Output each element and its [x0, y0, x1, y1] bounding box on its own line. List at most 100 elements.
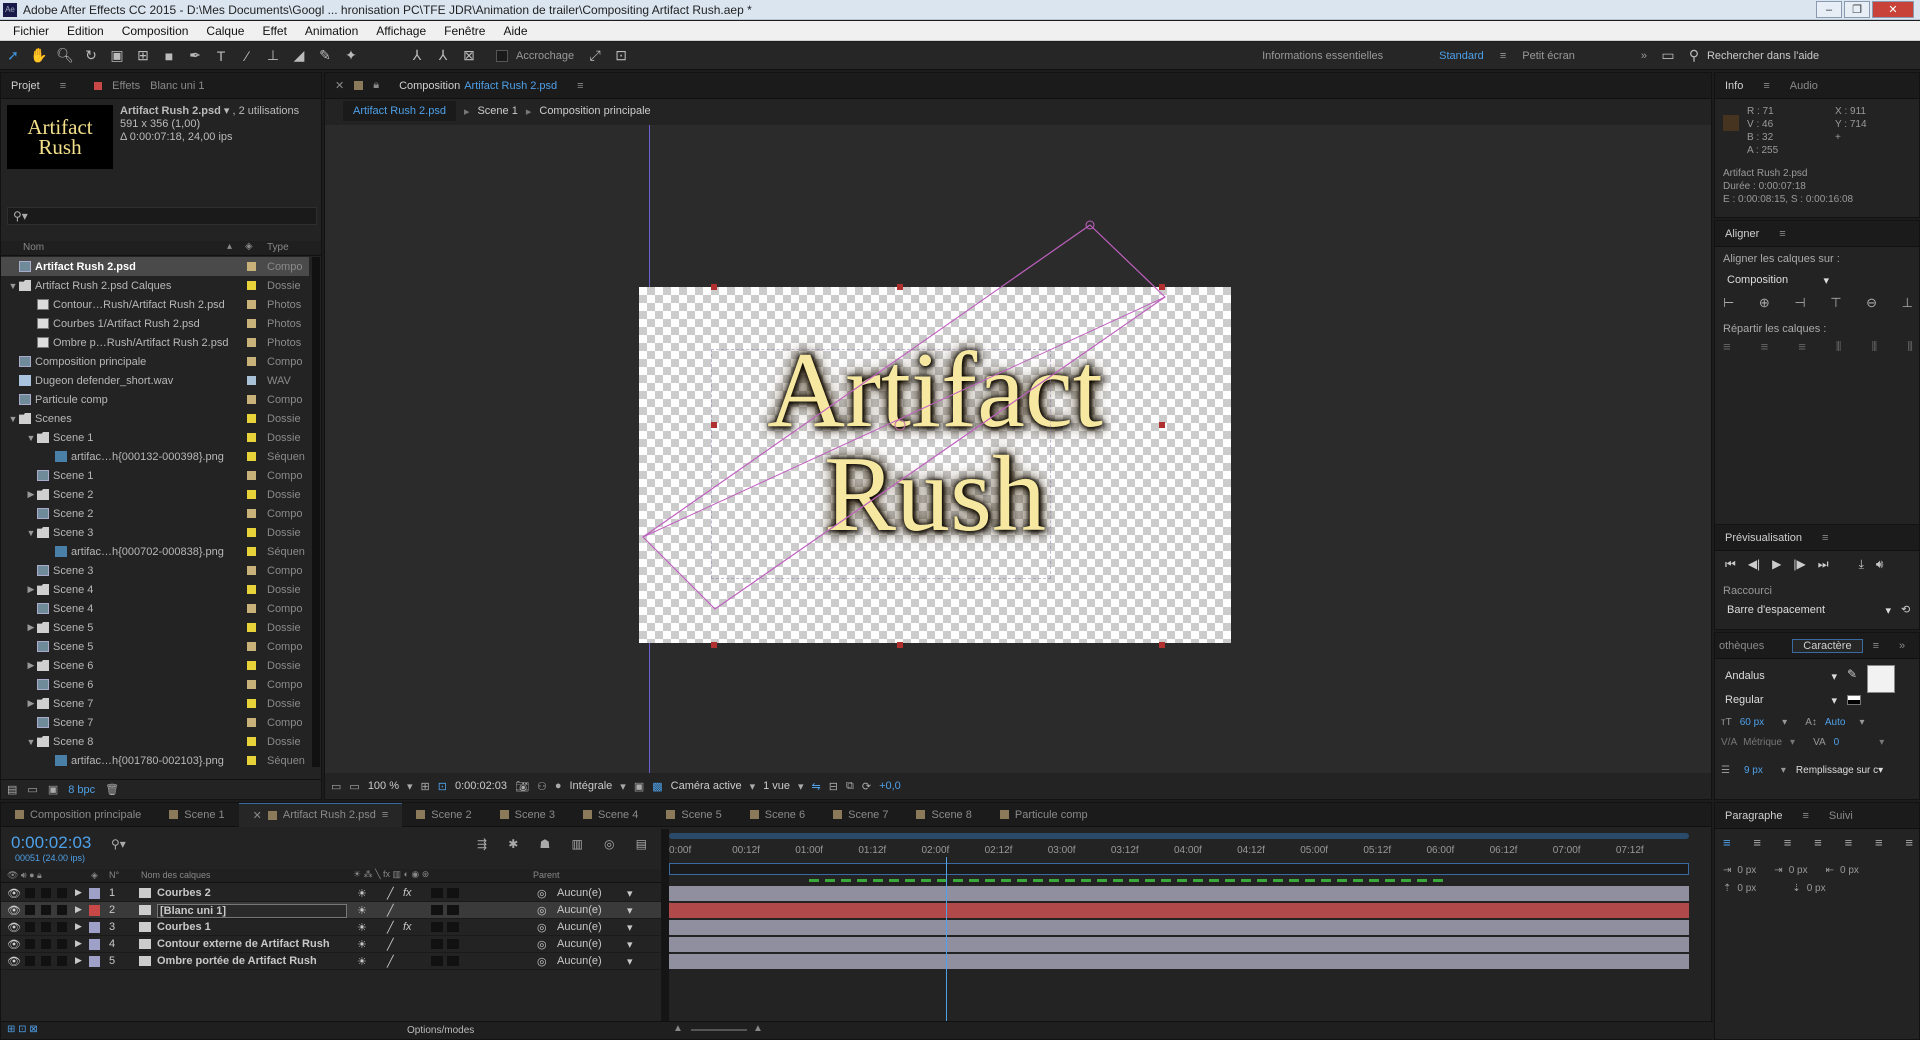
- fx-switch-icon[interactable]: fx: [403, 921, 412, 933]
- column-type[interactable]: Type: [267, 242, 289, 253]
- shy-switch-icon[interactable]: ☀: [357, 904, 367, 917]
- project-item-row[interactable]: Ombre p…Rush/Artifact Rush 2.psd Photos: [1, 333, 309, 352]
- tab-aligner[interactable]: Aligner: [1715, 228, 1769, 240]
- label-color-swatch[interactable]: [247, 338, 256, 347]
- justify-last-left-icon[interactable]: ≡: [1814, 835, 1822, 850]
- disclosure-triangle-icon[interactable]: ▼: [25, 737, 37, 747]
- label-color-swatch[interactable]: [247, 490, 256, 499]
- layer-label-swatch[interactable]: [89, 888, 100, 899]
- interpret-footage-icon[interactable]: ▤: [7, 783, 17, 796]
- label-color-swatch[interactable]: [247, 509, 256, 518]
- time-navigator[interactable]: [669, 863, 1689, 875]
- distribute-top-icon[interactable]: ≡: [1723, 339, 1731, 355]
- reset-shortcut-icon[interactable]: ⟲: [1901, 603, 1910, 616]
- font-size-value[interactable]: 60 px: [1740, 717, 1764, 728]
- disclosure-triangle-icon[interactable]: ▶: [25, 622, 37, 633]
- layer-row[interactable]: 👁︎ ▶ 5 Ombre portée de Artifact Rush ☀ ╱ ◎ Aucu…: [1, 953, 671, 970]
- distribute-bottom-icon[interactable]: ≡: [1798, 339, 1806, 355]
- bbox-handle[interactable]: [711, 422, 717, 428]
- bbox-handle[interactable]: [711, 284, 717, 290]
- layer-name[interactable]: Contour externe de Artifact Rush: [157, 938, 330, 950]
- disclosure-triangle-icon[interactable]: ▼: [7, 281, 19, 291]
- eyedropper-icon[interactable]: ✎: [1847, 667, 1857, 681]
- project-item-row[interactable]: Contour…Rush/Artifact Rush 2.psd Photos: [1, 295, 309, 314]
- timeline-tab[interactable]: Scene 1: [155, 803, 238, 827]
- distribute-hcenter-icon[interactable]: ⦀: [1872, 339, 1878, 355]
- bbox-handle[interactable]: [711, 642, 717, 648]
- bbox-handle[interactable]: [1159, 284, 1165, 290]
- camera-select[interactable]: Caméra active: [671, 780, 742, 792]
- label-color-swatch[interactable]: [247, 395, 256, 404]
- align-to-select[interactable]: Composition ▾: [1723, 271, 1833, 289]
- world-axis-icon[interactable]: ⅄: [430, 45, 456, 67]
- parent-dropdown-icon[interactable]: ▾: [627, 904, 633, 917]
- comp-tab-name[interactable]: Artifact Rush 2.psd: [462, 80, 567, 92]
- safe-zones-icon[interactable]: ⊞: [421, 780, 430, 793]
- switch-box[interactable]: [431, 956, 443, 966]
- show-snapshot-icon[interactable]: ⚇: [537, 780, 547, 793]
- text-tool-icon[interactable]: T: [208, 45, 234, 67]
- puppet-pin-tool-icon[interactable]: ✦: [338, 45, 364, 67]
- layer-name[interactable]: Courbes 1: [157, 921, 211, 933]
- disclosure-triangle-icon[interactable]: ▼: [25, 433, 37, 443]
- visibility-eye-icon[interactable]: 👁︎: [7, 921, 21, 934]
- tab-suivi[interactable]: Suivi: [1819, 810, 1863, 822]
- preview-menu-icon[interactable]: ≡: [1812, 532, 1838, 544]
- project-item-row[interactable]: ▶ Scene 5 Dossie: [1, 618, 309, 637]
- workspace-standard[interactable]: Standard: [1431, 50, 1492, 62]
- project-item-row[interactable]: ▶ Scene 4 Dossie: [1, 580, 309, 599]
- tab-paragraphe[interactable]: Paragraphe: [1715, 810, 1793, 822]
- tab-libraries[interactable]: othèques: [1715, 640, 1768, 652]
- parent-select[interactable]: Aucun(e): [557, 938, 602, 950]
- parent-select[interactable]: Aucun(e): [557, 921, 602, 933]
- project-item-row[interactable]: Courbes 1/Artifact Rush 2.psd Photos: [1, 314, 309, 333]
- minimize-button[interactable]: –: [1816, 1, 1842, 18]
- justify-last-center-icon[interactable]: ≡: [1845, 835, 1853, 850]
- parent-dropdown-icon[interactable]: ▾: [627, 938, 633, 951]
- project-item-row[interactable]: ▼ Scene 8 Dossie: [1, 732, 309, 751]
- hand-tool-icon[interactable]: ✋: [26, 45, 52, 67]
- parent-select[interactable]: Aucun(e): [557, 955, 602, 967]
- bbox-handle[interactable]: [897, 642, 903, 648]
- distribute-vcenter-icon[interactable]: ≡: [1761, 339, 1769, 355]
- align-vcenter-icon[interactable]: ⊖: [1866, 295, 1877, 311]
- distribute-left-icon[interactable]: ⦀: [1836, 339, 1842, 355]
- label-color-swatch[interactable]: [247, 528, 256, 537]
- playhead[interactable]: [945, 857, 947, 1033]
- search-help-field[interactable]: Rechercher dans l'aide: [1707, 50, 1827, 62]
- label-color-swatch[interactable]: [247, 547, 256, 556]
- quality-switch-icon[interactable]: ╱: [387, 938, 394, 951]
- breadcrumb-main-comp[interactable]: Composition principale: [539, 105, 650, 117]
- menu-fichier[interactable]: Fichier: [4, 24, 58, 38]
- paragraph-menu-icon[interactable]: ≡: [1793, 810, 1819, 822]
- label-color-swatch[interactable]: [247, 300, 256, 309]
- label-color-swatch[interactable]: [247, 319, 256, 328]
- close-comp-tab-icon[interactable]: ✕: [325, 79, 354, 92]
- font-family-select[interactable]: Andalus ▾: [1721, 667, 1841, 685]
- menu-effet[interactable]: Effet: [253, 24, 295, 38]
- expand-triangle-icon[interactable]: ▶: [75, 938, 82, 949]
- panel-overflow-icon[interactable]: »: [1889, 640, 1915, 652]
- prev-frame-icon[interactable]: ◀|: [1748, 557, 1760, 572]
- close-tab-icon[interactable]: ✕: [253, 809, 262, 822]
- reset-exposure-icon[interactable]: ⟳: [862, 780, 871, 793]
- disclosure-triangle-icon[interactable]: ▶: [25, 489, 37, 500]
- solo-toggle[interactable]: [41, 956, 51, 966]
- character-menu-icon[interactable]: ≡: [1863, 640, 1889, 652]
- breadcrumb-scene1[interactable]: Scene 1: [477, 105, 517, 117]
- trash-icon[interactable]: 🗑︎: [105, 783, 119, 796]
- disclosure-triangle-icon[interactable]: ▶: [25, 698, 37, 709]
- audio-toggle[interactable]: [25, 922, 35, 932]
- menu-affichage[interactable]: Affichage: [367, 24, 435, 38]
- project-item-row[interactable]: ▼ Scene 3 Dossie: [1, 523, 309, 542]
- zoom-tool-icon[interactable]: 🔍︎: [52, 45, 78, 67]
- info-menu-icon[interactable]: ≡: [1753, 80, 1779, 92]
- snap-options-icon[interactable]: ⤢: [582, 45, 608, 67]
- eraser-tool-icon[interactable]: ◢: [286, 45, 312, 67]
- space-after-value[interactable]: 0 px: [1807, 883, 1826, 894]
- label-color-swatch[interactable]: [247, 357, 256, 366]
- disclosure-triangle-icon[interactable]: ▶: [25, 660, 37, 671]
- camera-tool-icon[interactable]: ▣: [104, 45, 130, 67]
- switch-box[interactable]: [447, 905, 459, 915]
- work-area-bar[interactable]: [669, 833, 1689, 839]
